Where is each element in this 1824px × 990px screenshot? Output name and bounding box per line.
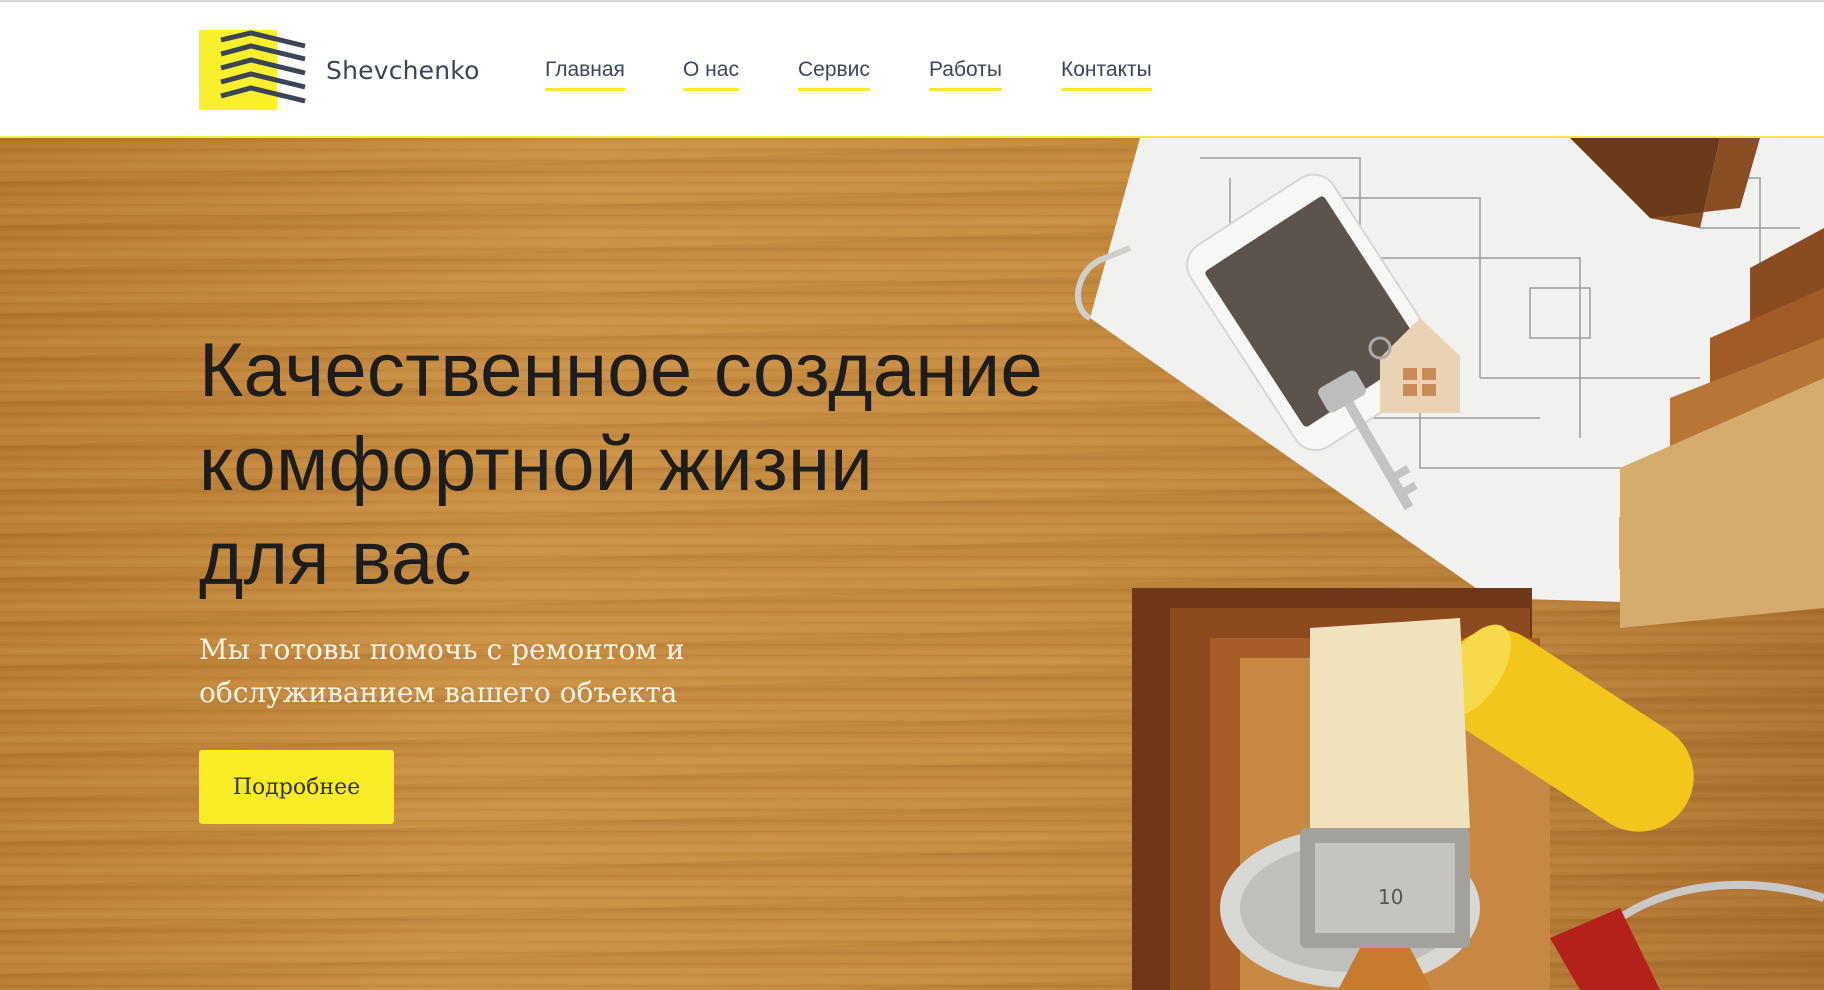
hero-title-line: комфортной жизни [199,422,873,507]
site-header: Shevchenko Главная О нас Сервис Работы К… [0,2,1824,138]
hero-title-line: Качественное создание [199,328,1043,413]
hero-subtitle-line: обслуживанием вашего объекта [199,676,678,709]
nav-link-about[interactable]: О нас [683,58,739,91]
nav-link-service[interactable]: Сервис [798,58,870,91]
brand-name[interactable]: Shevchenko [326,56,480,85]
nav-link-home[interactable]: Главная [545,58,625,91]
hero-title-line: для вас [199,516,472,601]
brush-size-label: 10 [1378,885,1403,909]
nav-link-contacts[interactable]: Контакты [1061,58,1152,91]
hero-illustration: 10 [1075,138,1824,990]
hero-subtitle-line: Мы готовы помочь с ремонтом и [199,633,685,666]
nav-link-works[interactable]: Работы [929,58,1002,91]
logo-chevrons-icon[interactable] [199,30,307,110]
hero-subtitle: Мы готовы помочь с ремонтом и обслуживан… [199,628,799,714]
more-button[interactable]: Подробнее [199,750,394,824]
hero-section: 10 Качественное создание комфортной жизн… [0,138,1824,990]
hero-title: Качественное создание комфортной жизни д… [199,324,1099,606]
